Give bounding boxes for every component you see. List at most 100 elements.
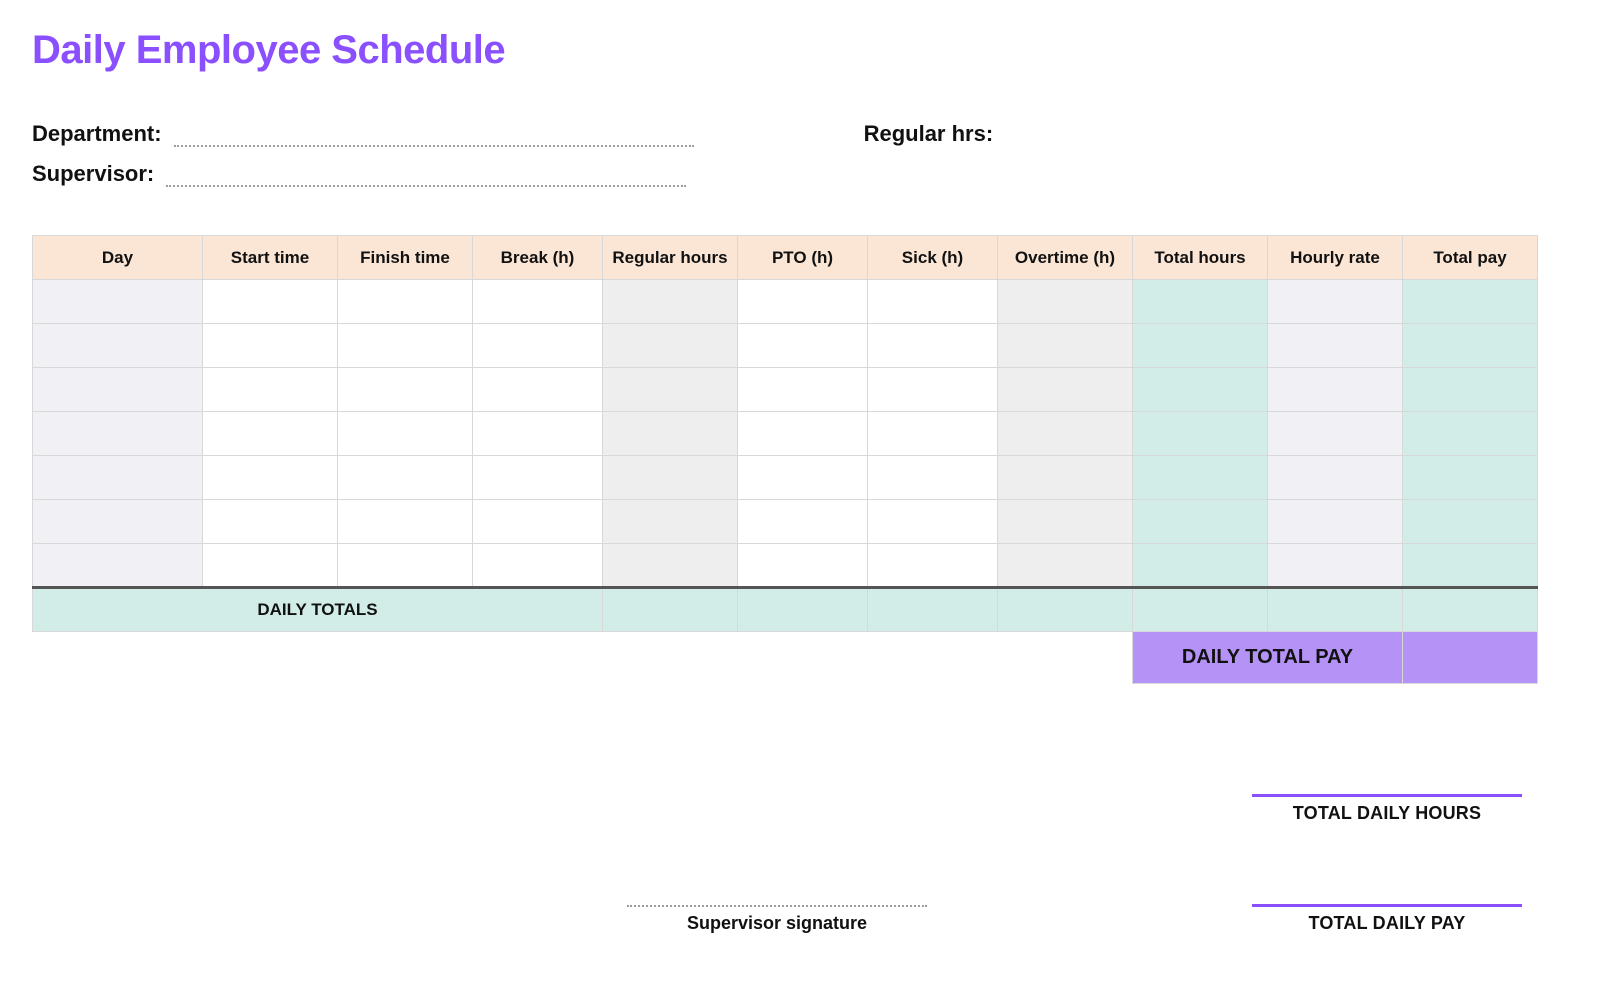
cell-break[interactable] xyxy=(473,456,603,500)
cell-total-pay[interactable] xyxy=(1403,456,1538,500)
cell-total-hours[interactable] xyxy=(1133,544,1268,588)
cell-break[interactable] xyxy=(473,500,603,544)
cell-start-time[interactable] xyxy=(203,324,338,368)
cell-break[interactable] xyxy=(473,280,603,324)
cell-finish-time[interactable] xyxy=(338,368,473,412)
th-total-hours: Total hours xyxy=(1133,236,1268,280)
cell-overtime[interactable] xyxy=(998,412,1133,456)
cell-start-time[interactable] xyxy=(203,368,338,412)
cell-start-time[interactable] xyxy=(203,544,338,588)
cell-pto[interactable] xyxy=(738,324,868,368)
cell-overtime[interactable] xyxy=(998,280,1133,324)
daily-totals-row: DAILY TOTALS xyxy=(33,588,1538,632)
cell-day[interactable] xyxy=(33,456,203,500)
cell-finish-time[interactable] xyxy=(338,500,473,544)
table-row xyxy=(33,280,1538,324)
cell-regular-hours[interactable] xyxy=(603,324,738,368)
cell-finish-time[interactable] xyxy=(338,280,473,324)
cell-start-time[interactable] xyxy=(203,280,338,324)
cell-sick[interactable] xyxy=(868,412,998,456)
cell-hourly-rate[interactable] xyxy=(1268,368,1403,412)
th-total-pay: Total pay xyxy=(1403,236,1538,280)
cell-day[interactable] xyxy=(33,500,203,544)
th-break: Break (h) xyxy=(473,236,603,280)
cell-sick[interactable] xyxy=(868,544,998,588)
totals-total-hours xyxy=(1133,588,1268,632)
cell-pto[interactable] xyxy=(738,280,868,324)
cell-pto[interactable] xyxy=(738,544,868,588)
cell-hourly-rate[interactable] xyxy=(1268,456,1403,500)
cell-overtime[interactable] xyxy=(998,456,1133,500)
cell-regular-hours[interactable] xyxy=(603,368,738,412)
cell-overtime[interactable] xyxy=(998,544,1133,588)
cell-pto[interactable] xyxy=(738,412,868,456)
table-row xyxy=(33,412,1538,456)
cell-break[interactable] xyxy=(473,412,603,456)
cell-sick[interactable] xyxy=(868,368,998,412)
table-row xyxy=(33,500,1538,544)
cell-sick[interactable] xyxy=(868,500,998,544)
cell-total-hours[interactable] xyxy=(1133,368,1268,412)
cell-pto[interactable] xyxy=(738,456,868,500)
cell-finish-time[interactable] xyxy=(338,324,473,368)
cell-pto[interactable] xyxy=(738,368,868,412)
cell-overtime[interactable] xyxy=(998,500,1133,544)
cell-total-hours[interactable] xyxy=(1133,280,1268,324)
cell-hourly-rate[interactable] xyxy=(1268,412,1403,456)
cell-day[interactable] xyxy=(33,280,203,324)
cell-sick[interactable] xyxy=(868,280,998,324)
daily-total-pay-value xyxy=(1403,632,1538,684)
cell-total-hours[interactable] xyxy=(1133,456,1268,500)
total-daily-pay-label: TOTAL DAILY PAY xyxy=(1252,913,1522,934)
cell-total-pay[interactable] xyxy=(1403,324,1538,368)
department-input-line[interactable] xyxy=(174,125,694,147)
cell-finish-time[interactable] xyxy=(338,456,473,500)
cell-break[interactable] xyxy=(473,544,603,588)
cell-total-hours[interactable] xyxy=(1133,412,1268,456)
cell-day[interactable] xyxy=(33,324,203,368)
cell-regular-hours[interactable] xyxy=(603,412,738,456)
cell-day[interactable] xyxy=(33,412,203,456)
cell-total-hours[interactable] xyxy=(1133,324,1268,368)
cell-regular-hours[interactable] xyxy=(603,500,738,544)
cell-hourly-rate[interactable] xyxy=(1268,280,1403,324)
totals-pto xyxy=(738,588,868,632)
cell-day[interactable] xyxy=(33,368,203,412)
cell-total-pay[interactable] xyxy=(1403,368,1538,412)
totals-total-pay xyxy=(1403,588,1538,632)
cell-total-hours[interactable] xyxy=(1133,500,1268,544)
cell-finish-time[interactable] xyxy=(338,544,473,588)
cell-total-pay[interactable] xyxy=(1403,412,1538,456)
cell-pto[interactable] xyxy=(738,500,868,544)
cell-start-time[interactable] xyxy=(203,500,338,544)
cell-hourly-rate[interactable] xyxy=(1268,324,1403,368)
cell-break[interactable] xyxy=(473,324,603,368)
page-title: Daily Employee Schedule xyxy=(32,28,1568,73)
cell-total-pay[interactable] xyxy=(1403,500,1538,544)
cell-finish-time[interactable] xyxy=(338,412,473,456)
cell-regular-hours[interactable] xyxy=(603,456,738,500)
cell-hourly-rate[interactable] xyxy=(1268,500,1403,544)
cell-total-pay[interactable] xyxy=(1403,280,1538,324)
supervisor-input-line[interactable] xyxy=(166,165,686,187)
cell-sick[interactable] xyxy=(868,456,998,500)
cell-sick[interactable] xyxy=(868,324,998,368)
th-hourly-rate: Hourly rate xyxy=(1268,236,1403,280)
department-label: Department: xyxy=(32,121,162,147)
cell-hourly-rate[interactable] xyxy=(1268,544,1403,588)
cell-overtime[interactable] xyxy=(998,368,1133,412)
cell-total-pay[interactable] xyxy=(1403,544,1538,588)
cell-start-time[interactable] xyxy=(203,412,338,456)
cell-day[interactable] xyxy=(33,544,203,588)
th-start-time: Start time xyxy=(203,236,338,280)
supervisor-field: Supervisor: xyxy=(32,161,686,187)
cell-regular-hours[interactable] xyxy=(603,280,738,324)
cell-overtime[interactable] xyxy=(998,324,1133,368)
cell-start-time[interactable] xyxy=(203,456,338,500)
supervisor-signature-line[interactable] xyxy=(627,905,927,907)
table-row xyxy=(33,456,1538,500)
cell-break[interactable] xyxy=(473,368,603,412)
cell-regular-hours[interactable] xyxy=(603,544,738,588)
total-daily-hours: TOTAL DAILY HOURS xyxy=(1252,794,1522,824)
total-daily-hours-label: TOTAL DAILY HOURS xyxy=(1252,803,1522,824)
